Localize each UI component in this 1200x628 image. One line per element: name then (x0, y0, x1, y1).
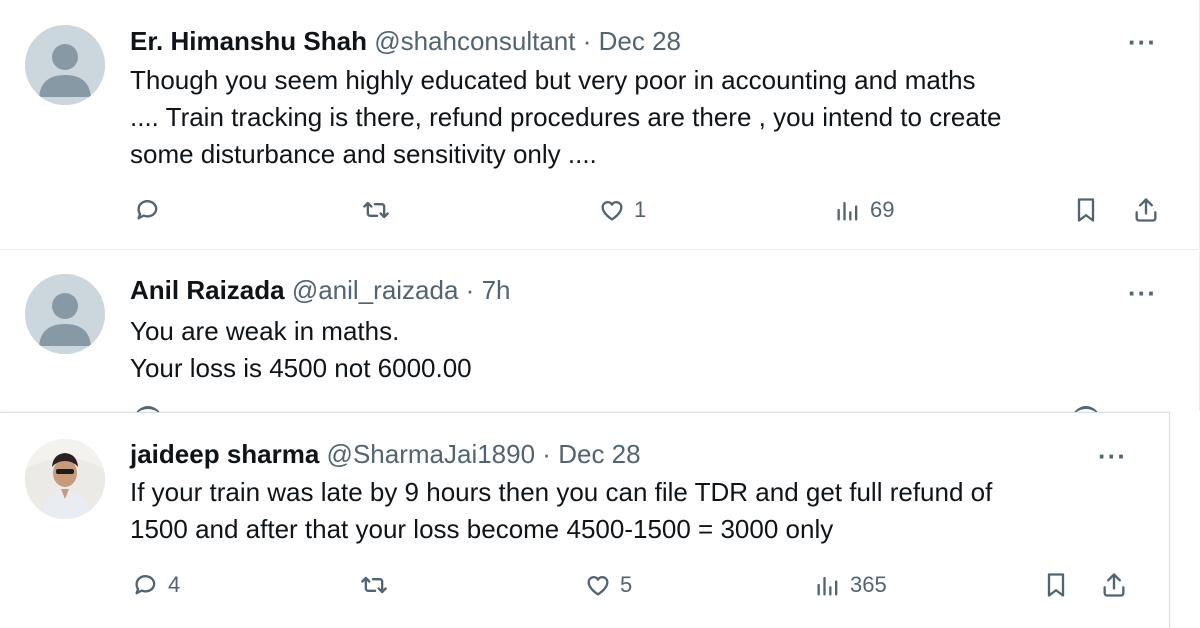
reply-icon (135, 575, 156, 595)
heart-icon (587, 576, 609, 596)
tweet-actions: 4 5 365 (0, 565, 1169, 605)
tweet-text: Though you seem highly educated but very… (130, 65, 1002, 169)
like-count: 1 (634, 197, 647, 222)
share-button[interactable] (1100, 565, 1128, 605)
profile-avatar[interactable] (25, 439, 105, 519)
author-name[interactable]: Er. Himanshu Shah (130, 26, 367, 56)
tweet-text: You are weak in maths. Your loss is 4500… (130, 316, 472, 383)
share-icon (1103, 573, 1125, 597)
tweet[interactable]: Anil Raizada @anil_raizada · 7h ··· You … (0, 251, 1200, 411)
views-icon (817, 576, 838, 596)
tweet-text: If your train was late by 9 hours then y… (130, 477, 993, 544)
views-count: 365 (850, 572, 887, 597)
tweet-header: Er. Himanshu Shah @shahconsultant · Dec … (130, 25, 681, 57)
author-handle[interactable]: @SharmaJai1890 (327, 439, 536, 469)
author-name[interactable]: Anil Raizada (130, 275, 285, 305)
tweet-timestamp[interactable]: 7h (482, 275, 511, 305)
separator-dot: · (465, 275, 475, 305)
tweet-timestamp[interactable]: Dec 28 (599, 26, 681, 56)
tweet-header: jaideep sharma @SharmaJai1890 · Dec 28 (130, 438, 641, 470)
tweet-timestamp[interactable]: Dec 28 (558, 439, 640, 469)
reply-button[interactable]: 4 (132, 565, 180, 605)
bookmark-button[interactable] (1072, 190, 1100, 230)
bookmark-icon (1047, 573, 1065, 597)
like-count: 5 (620, 572, 633, 597)
reply-icon (137, 200, 158, 220)
more-options-icon[interactable]: ··· (1128, 280, 1157, 306)
author-handle[interactable]: @anil_raizada (292, 275, 459, 305)
views-button[interactable]: 69 (834, 190, 894, 230)
separator-dot: · (542, 439, 551, 469)
tweet[interactable]: jaideep sharma @SharmaJai1890 · Dec 28 ·… (0, 412, 1170, 628)
views-icon (837, 201, 858, 221)
like-button[interactable]: 1 (598, 190, 646, 230)
author-name[interactable]: jaideep sharma (130, 439, 319, 469)
more-options-icon[interactable]: ··· (1098, 443, 1127, 469)
retweet-icon (361, 576, 387, 594)
more-options-icon[interactable]: ··· (1128, 29, 1157, 55)
bookmark-button[interactable] (1042, 565, 1070, 605)
tweet-actions: 1 69 (0, 190, 1199, 230)
retweet-button[interactable] (362, 190, 398, 230)
default-avatar[interactable] (25, 274, 105, 354)
author-handle[interactable]: @shahconsultant (374, 26, 575, 56)
heart-icon (601, 201, 623, 221)
tweet[interactable]: Er. Himanshu Shah @shahconsultant · Dec … (0, 0, 1200, 250)
default-avatar[interactable] (25, 25, 105, 105)
views-count: 69 (870, 197, 895, 222)
retweet-icon (363, 201, 389, 219)
tweet-header: Anil Raizada @anil_raizada · 7h (130, 274, 511, 306)
retweet-button[interactable] (360, 565, 396, 605)
bookmark-icon (1077, 198, 1095, 222)
separator-dot: · (582, 26, 592, 56)
share-icon (1135, 198, 1157, 222)
reply-count: 4 (168, 572, 181, 597)
views-button[interactable]: 365 (814, 565, 887, 605)
like-button[interactable]: 5 (584, 565, 632, 605)
share-button[interactable] (1132, 190, 1160, 230)
reply-button[interactable] (134, 190, 170, 230)
